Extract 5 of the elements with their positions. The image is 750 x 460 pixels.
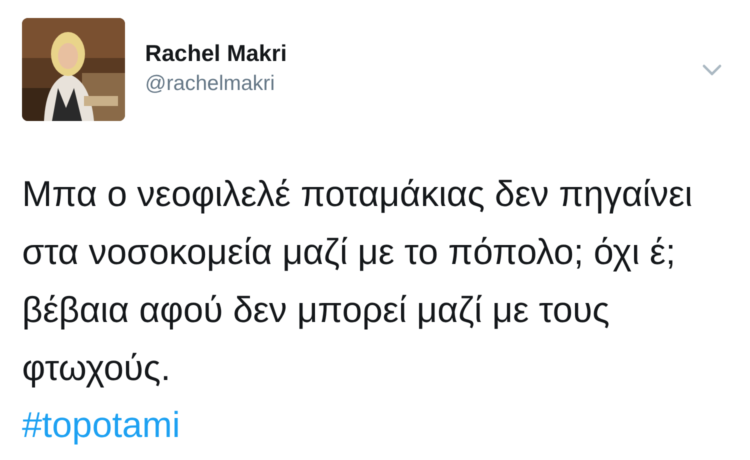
author-handle[interactable]: @rachelmakri — [145, 70, 275, 98]
author-name[interactable]: Rachel Makri — [145, 38, 287, 68]
tweet-text: Μπα ο νεοφιλελέ ποταμάκιας δεν πηγαίνει στα νοσοκομεία μαζί με το πόπολο; όχι έ; βέβαια αφού δεν μπορεί μαζί με τους φτωχούς. — [22, 172, 694, 390]
chevron-icon[interactable] — [702, 64, 722, 76]
hashtag-link[interactable]: #topotami — [22, 397, 180, 453]
